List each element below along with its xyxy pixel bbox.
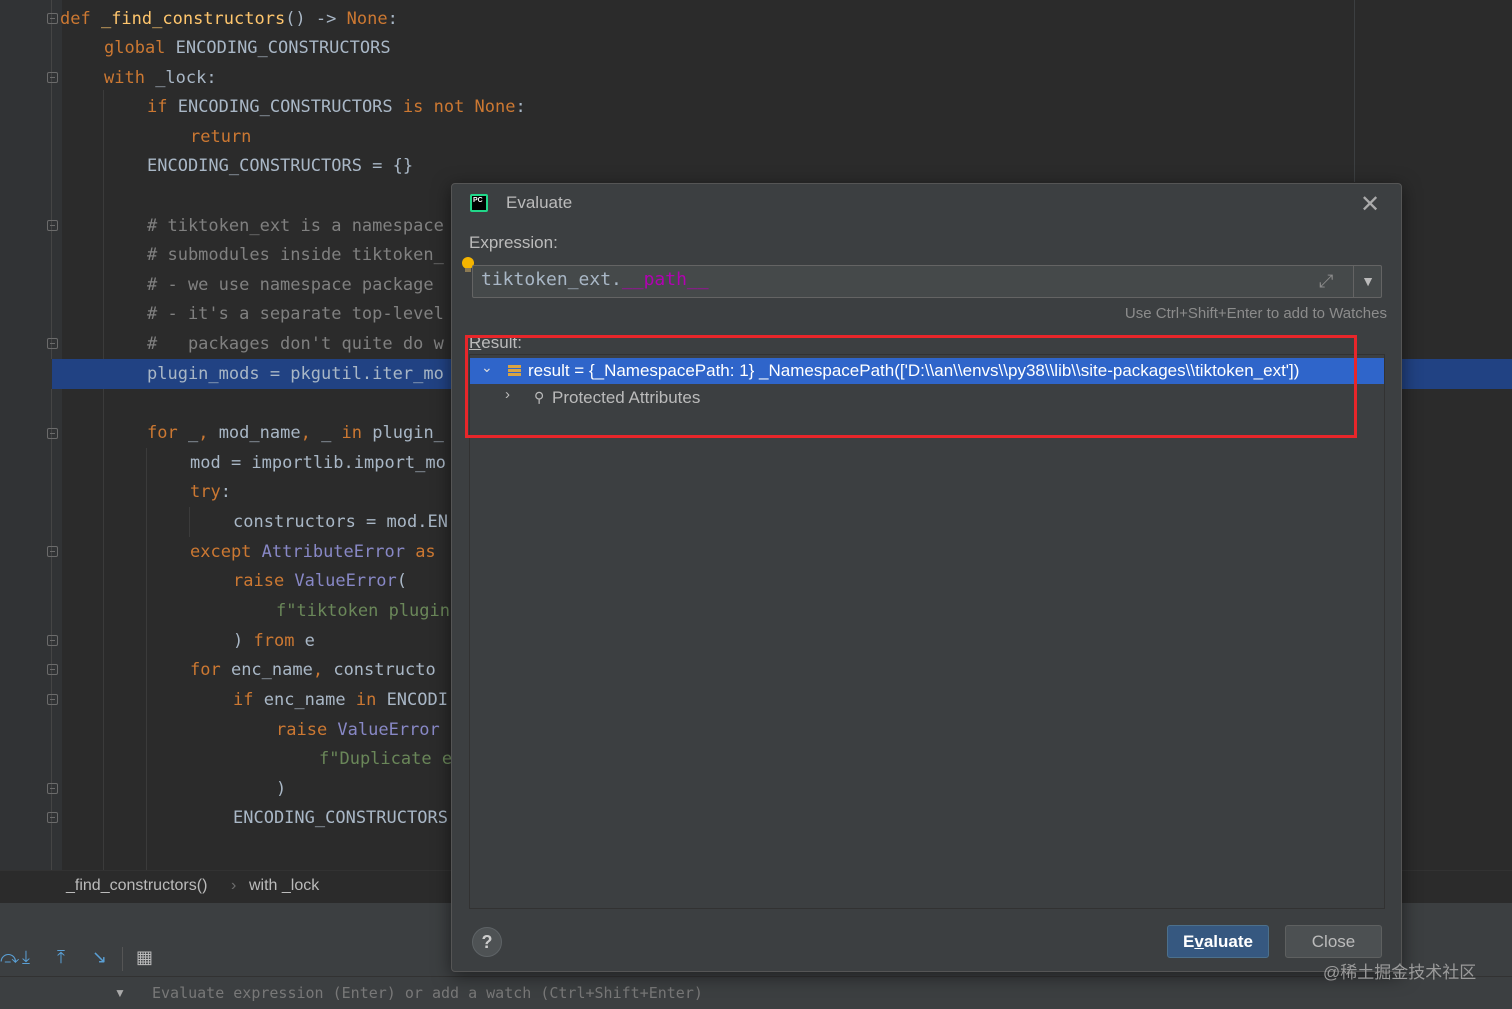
code-text: plugin_mods = pkgutil.iter_mo — [147, 364, 444, 384]
evaluate-expression-placeholder: Evaluate expression (Enter) or add a wat… — [152, 984, 703, 1002]
breadcrumb-separator: › — [231, 877, 237, 894]
chevron-right-icon[interactable]: › — [505, 386, 510, 403]
fold-marker[interactable] — [47, 428, 58, 439]
code-text: try: — [190, 482, 231, 502]
code-text: # - we use namespace package — [147, 275, 434, 295]
dialog-title: Evaluate — [506, 193, 573, 212]
watches-hint: Use Ctrl+Shift+Enter to add to Watches — [1124, 305, 1387, 322]
fold-marker[interactable] — [47, 338, 58, 349]
code-text: with _lock: — [104, 68, 217, 88]
expression-text: tiktoken_ext. — [481, 269, 622, 290]
code-text: # - it's a separate top-level — [147, 304, 444, 324]
expression-label: Expression: — [469, 233, 558, 252]
code-line[interactable]: if ENCODING_CONSTRUCTORS is not None: — [0, 92, 1512, 122]
code-text: # packages don't quite do w — [147, 334, 444, 354]
step-into-icon[interactable]: ⤓ — [22, 947, 30, 968]
code-text: if enc_name in ENCODI — [233, 690, 448, 710]
result-label: Result: — [469, 333, 522, 352]
code-line[interactable]: with _lock: — [0, 63, 1512, 93]
fold-marker[interactable] — [47, 812, 58, 823]
code-text: for enc_name, constructo — [190, 660, 436, 680]
code-line[interactable]: ENCODING_CONSTRUCTORS = {} — [0, 151, 1512, 181]
code-text: f"Duplicate e — [319, 749, 453, 769]
watermark: @稀土掘金技术社区 — [1323, 963, 1477, 982]
code-text: # tiktoken_ext is a namespace — [147, 216, 444, 236]
code-text: raise ValueError( — [233, 571, 408, 591]
breadcrumb-function[interactable]: _find_constructors() — [66, 877, 207, 895]
code-text: ENCODING_CONSTRUCTORS — [233, 808, 448, 828]
fold-marker[interactable] — [47, 220, 58, 231]
result-tree[interactable]: ⌄ result = {_NamespacePath: 1} _Namespac… — [469, 354, 1385, 909]
run-to-cursor-icon[interactable]: ↘ — [92, 947, 107, 968]
tree-row-protected-attributes[interactable]: › ⚲ Protected Attributes — [470, 385, 1384, 411]
help-button[interactable]: ? — [472, 927, 502, 957]
chevron-down-icon[interactable]: ⌄ — [481, 359, 493, 376]
fold-marker[interactable] — [47, 13, 58, 24]
code-line[interactable]: global ENCODING_CONSTRUCTORS — [0, 33, 1512, 63]
code-text: ) from e — [233, 631, 315, 651]
evaluate-calculator-icon[interactable]: ▦ — [136, 947, 153, 968]
breadcrumb-with-lock[interactable]: with _lock — [249, 877, 319, 895]
history-dropdown-icon[interactable]: ▼ — [114, 986, 126, 1000]
code-text: global ENCODING_CONSTRUCTORS — [104, 38, 391, 58]
key-icon: ⚲ — [534, 389, 545, 405]
code-text: def _find_constructors() -> None: — [60, 9, 398, 29]
expression-magic-attr: __path__ — [621, 269, 709, 290]
tree-row-result[interactable]: ⌄ result = {_NamespacePath: 1} _Namespac… — [470, 358, 1384, 384]
pycharm-logo-icon — [470, 194, 488, 212]
code-text: raise ValueError — [276, 720, 440, 740]
code-text: if ENCODING_CONSTRUCTORS is not None: — [147, 97, 526, 117]
fold-marker[interactable] — [47, 546, 58, 557]
code-line[interactable]: return — [0, 122, 1512, 152]
code-text: ) — [276, 779, 287, 799]
protected-attributes-label: Protected Attributes — [552, 388, 701, 407]
step-out-icon[interactable]: ⤒ — [57, 947, 65, 968]
evaluate-expression-bar[interactable]: ▼ Evaluate expression (Enter) or add a w… — [0, 976, 1512, 1009]
code-text: f"tiktoken plugin — [276, 601, 450, 621]
code-line[interactable]: def _find_constructors() -> None: — [0, 4, 1512, 34]
code-text: for _, mod_name, _ in plugin_ — [147, 423, 444, 443]
toolbar-divider — [122, 947, 123, 971]
result-value: result = {_NamespacePath: 1} _NamespaceP… — [528, 361, 1300, 380]
code-text: except AttributeError as — [190, 542, 446, 562]
evaluate-button[interactable]: Evaluate — [1167, 925, 1269, 958]
close-button[interactable]: Close — [1285, 925, 1382, 958]
expand-icon[interactable]: ⤢ — [1319, 271, 1333, 292]
fold-marker[interactable] — [47, 635, 58, 646]
code-text: mod = importlib.import_mo — [190, 453, 446, 473]
step-over-icon[interactable]: ⤼ — [0, 947, 19, 968]
fold-marker[interactable] — [47, 72, 58, 83]
code-text: # submodules inside tiktoken_ — [147, 245, 444, 265]
code-text: constructors = mod.EN — [233, 512, 448, 532]
fold-marker[interactable] — [47, 694, 58, 705]
list-icon — [508, 365, 521, 377]
code-text: ENCODING_CONSTRUCTORS = {} — [147, 156, 414, 176]
evaluate-dialog: Evaluate ✕ Expression: tiktoken_ext.__pa… — [451, 183, 1402, 972]
expression-input[interactable]: tiktoken_ext.__path__ ⤢ ▼ — [472, 265, 1382, 298]
fold-marker[interactable] — [47, 783, 58, 794]
expression-history-dropdown[interactable]: ▼ — [1353, 266, 1382, 297]
close-icon[interactable]: ✕ — [1360, 190, 1380, 219]
code-text: return — [190, 127, 252, 147]
fold-marker[interactable] — [47, 664, 58, 675]
